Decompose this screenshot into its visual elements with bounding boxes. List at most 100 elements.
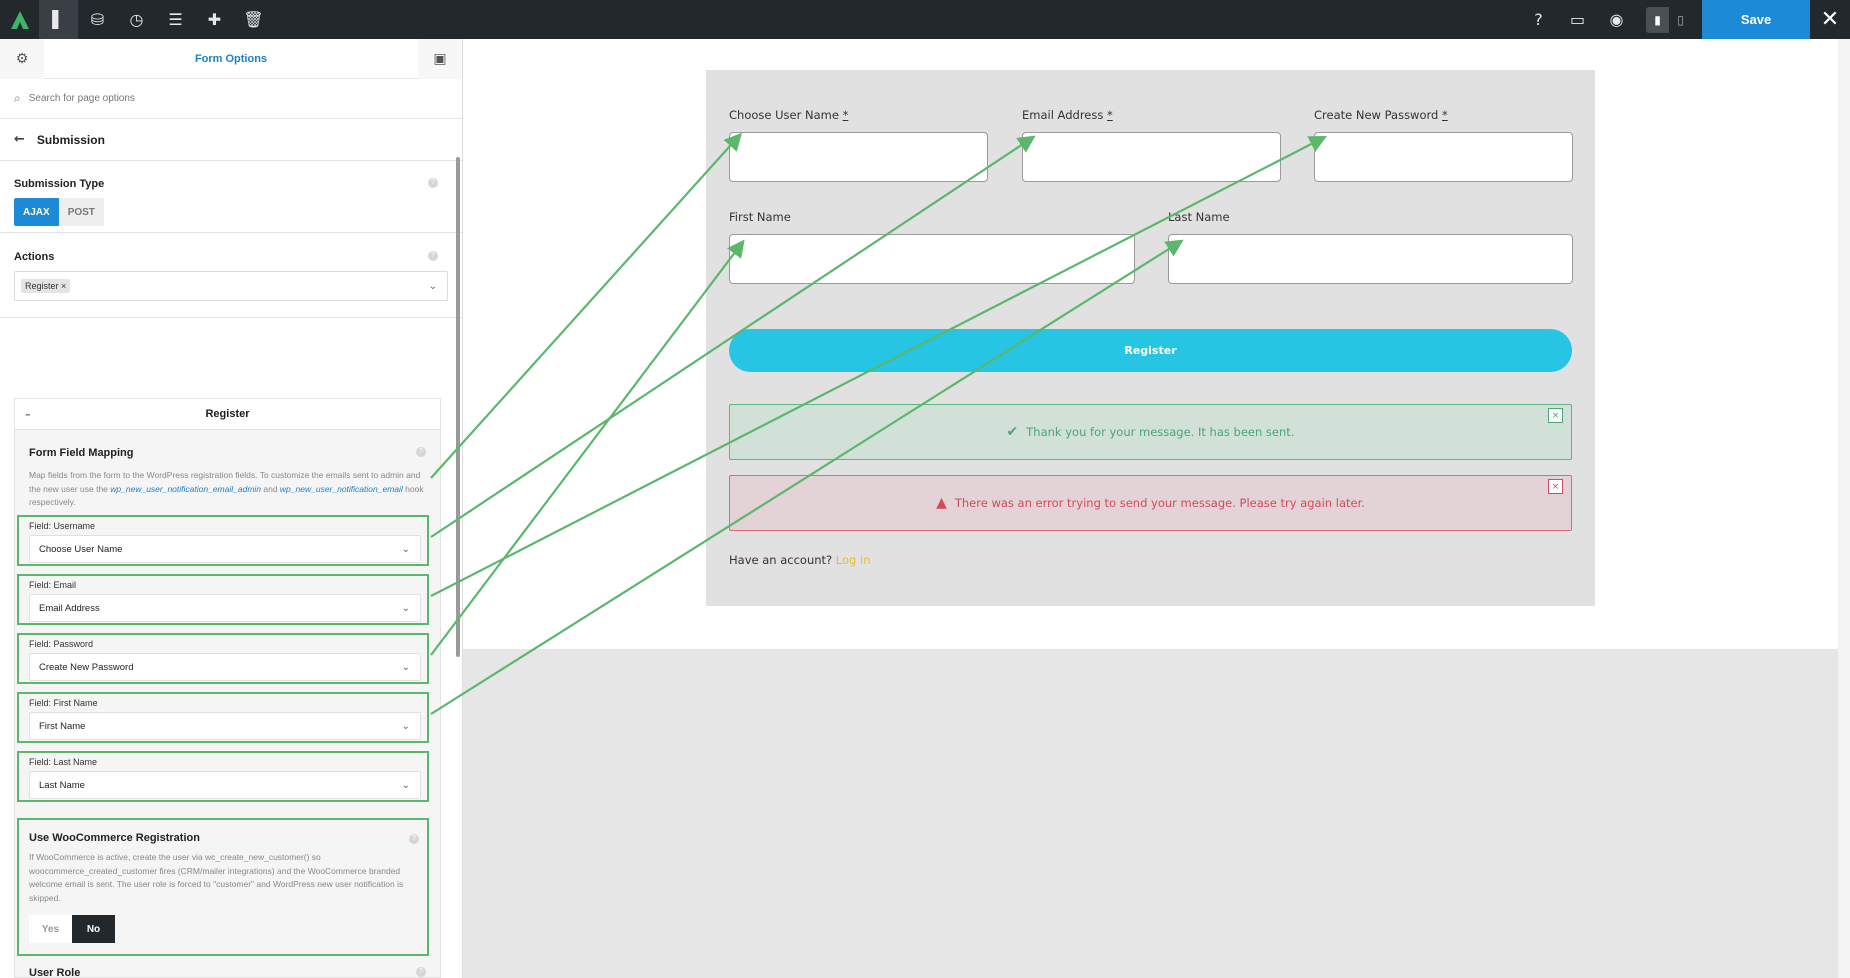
- woocommerce-registration-box: Use WooCommerce Registration ? If WooCom…: [17, 818, 429, 956]
- submission-type-toggle: AJAX POST: [14, 198, 448, 226]
- eye-icon[interactable]: ◉: [1597, 0, 1636, 39]
- trash-icon[interactable]: 🗑: [234, 0, 273, 39]
- field-label: Field: First Name: [29, 698, 98, 708]
- gear-icon[interactable]: ⚙: [0, 39, 44, 79]
- first-name-label: First Name: [729, 210, 791, 224]
- view-mode-switch[interactable]: ▮ ▯: [1646, 6, 1692, 33]
- ajax-button[interactable]: AJAX: [14, 198, 59, 226]
- post-button[interactable]: POST: [58, 198, 104, 226]
- history-icon[interactable]: ◷: [117, 0, 156, 39]
- page-view-icon[interactable]: ▮: [1646, 6, 1669, 33]
- search-icon: ⌕: [14, 91, 21, 105]
- first-name-select[interactable]: First Name ⌄: [29, 712, 421, 740]
- woo-label: Use WooCommerce Registration: [29, 832, 200, 844]
- user-role-label: User Role: [29, 967, 81, 978]
- last-name-select[interactable]: Last Name ⌄: [29, 771, 421, 799]
- register-button[interactable]: Register: [729, 329, 1572, 372]
- register-accordion: – Register Form Field Mapping Map fields…: [14, 398, 441, 978]
- chevron-down-icon: ⌄: [401, 602, 410, 614]
- dismiss-success-icon[interactable]: ×: [1548, 408, 1563, 423]
- search-input[interactable]: Search for page options: [29, 93, 135, 104]
- panel-tabs: ⚙ Form Options ▣: [0, 39, 462, 79]
- mapping-desc-text-2: and: [261, 483, 280, 494]
- template-view-icon[interactable]: ▯: [1669, 7, 1692, 33]
- field-mapping-first-name: Field: First Name First Name ⌄: [17, 692, 429, 743]
- box-icon[interactable]: ▣: [418, 39, 462, 79]
- canvas-footer-area: [463, 649, 1838, 978]
- success-text: Thank you for your message. It has been …: [1026, 425, 1295, 439]
- tab-form-options[interactable]: Form Options: [44, 39, 418, 78]
- select-value: Choose User Name: [39, 543, 123, 555]
- required-mark: *: [1107, 108, 1113, 122]
- register-accordion-header[interactable]: – Register: [15, 399, 440, 430]
- field-label: Field: Email: [29, 580, 77, 590]
- woo-yes-button[interactable]: Yes: [29, 915, 72, 943]
- select-value: Email Address: [39, 602, 100, 614]
- chevron-down-icon: ⌄: [401, 661, 410, 673]
- username-input[interactable]: [729, 132, 988, 182]
- section-title: Submission: [36, 132, 105, 147]
- desktop-preview-icon[interactable]: ▭: [1558, 0, 1597, 39]
- help-icon[interactable]: ?: [409, 834, 419, 844]
- save-button[interactable]: Save: [1702, 0, 1810, 39]
- help-icon[interactable]: ?: [428, 178, 438, 188]
- registration-form: Choose User Name * Email Address * Creat…: [706, 70, 1595, 606]
- user-hook-link[interactable]: wp_new_user_notification_email: [280, 484, 403, 494]
- help-icon[interactable]: ?: [416, 447, 426, 457]
- submission-type-label: Submission Type: [14, 178, 105, 190]
- actions-label: Actions: [14, 251, 55, 263]
- actions-section: Actions ? Register × ⌄: [0, 233, 462, 318]
- error-text: There was an error trying to send your m…: [954, 496, 1365, 510]
- top-toolbar: ▌ ⛁ ◷ ☰ ✚ 🗑 ? ▭ ◉ ▮ ▯ Save ✕: [0, 0, 1850, 39]
- dismiss-error-icon[interactable]: ×: [1548, 479, 1563, 494]
- panel-toggle-icon[interactable]: ▌: [39, 0, 78, 39]
- field-mapping-password: Field: Password Create New Password ⌄: [17, 633, 429, 684]
- help-icon[interactable]: ?: [416, 967, 426, 977]
- label-text: Create New Password: [1314, 108, 1439, 122]
- woo-no-button[interactable]: No: [72, 915, 115, 943]
- field-mapping-username: Field: Username Choose User Name ⌄: [17, 515, 429, 566]
- label-text: Choose User Name: [729, 108, 839, 122]
- field-label: Field: Password: [29, 639, 94, 649]
- first-name-input[interactable]: [729, 234, 1135, 284]
- page-scrollbar[interactable]: [1838, 39, 1850, 978]
- help-icon[interactable]: ?: [428, 251, 438, 261]
- login-link[interactable]: Log in: [836, 553, 871, 567]
- username-select[interactable]: Choose User Name ⌄: [29, 535, 421, 563]
- search-bar[interactable]: ⌕ Search for page options: [0, 79, 462, 119]
- email-label: Email Address *: [1022, 108, 1113, 122]
- back-arrow-icon[interactable]: ←: [14, 132, 25, 147]
- field-label: Field: Username: [29, 521, 96, 531]
- select-value: Create New Password: [39, 661, 134, 673]
- help-icon[interactable]: ?: [1519, 0, 1558, 39]
- actions-multiselect[interactable]: Register × ⌄: [14, 271, 448, 301]
- last-name-input[interactable]: [1168, 234, 1573, 284]
- required-mark: *: [842, 108, 849, 122]
- password-input[interactable]: [1314, 132, 1573, 182]
- password-select[interactable]: Create New Password ⌄: [29, 653, 421, 681]
- mapping-label: Form Field Mapping: [29, 447, 134, 459]
- toggle-icon[interactable]: ☰: [156, 0, 195, 39]
- brand-logo-icon[interactable]: [0, 0, 39, 39]
- action-chip-register[interactable]: Register ×: [21, 279, 71, 293]
- panel-scrollbar[interactable]: [456, 157, 460, 657]
- chevron-down-icon[interactable]: ⌄: [429, 281, 437, 292]
- select-value: First Name: [39, 720, 86, 732]
- field-mapping-email: Field: Email Email Address ⌄: [17, 574, 429, 625]
- check-circle-icon: ✔: [1006, 424, 1019, 440]
- field-mapping-last-name: Field: Last Name Last Name ⌄: [17, 751, 429, 802]
- register-title: Register: [205, 408, 250, 420]
- add-element-icon[interactable]: ✚: [195, 0, 234, 39]
- layers-icon[interactable]: ⛁: [78, 0, 117, 39]
- close-icon[interactable]: ✕: [1810, 0, 1850, 39]
- account-row: Have an account? Log in: [729, 553, 870, 567]
- email-select[interactable]: Email Address ⌄: [29, 594, 421, 622]
- admin-hook-link[interactable]: wp_new_user_notification_email_admin: [110, 484, 261, 494]
- mapping-block: Form Field Mapping Map fields from the f…: [29, 447, 424, 510]
- submission-type-section: Submission Type ? AJAX POST: [0, 161, 462, 233]
- password-label: Create New Password *: [1314, 108, 1448, 122]
- collapse-icon[interactable]: –: [25, 408, 31, 421]
- email-input[interactable]: [1022, 132, 1281, 182]
- back-row[interactable]: ← Submission: [0, 119, 462, 161]
- chevron-down-icon: ⌄: [401, 779, 410, 791]
